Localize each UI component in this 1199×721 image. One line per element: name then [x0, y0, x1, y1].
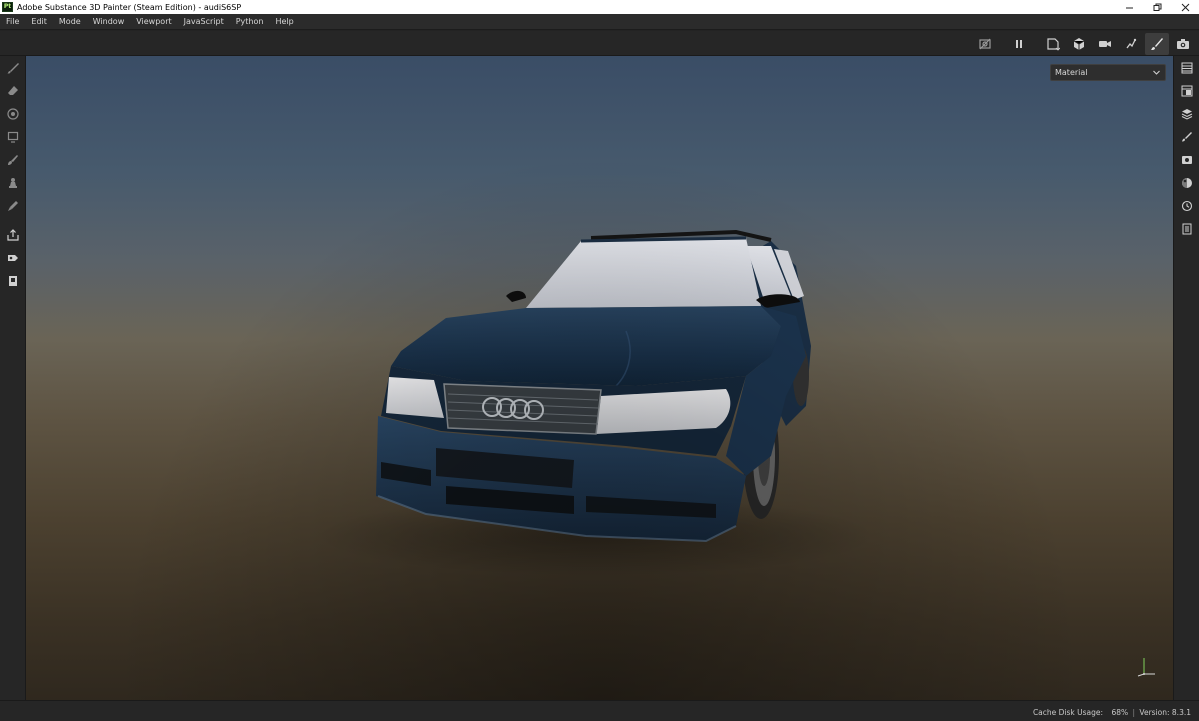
window-controls: [1115, 0, 1199, 14]
cache-disk-label: Cache Disk Usage:: [1032, 708, 1104, 717]
car-model: [316, 229, 876, 576]
brush-properties-button[interactable]: [1174, 125, 1199, 148]
viewport-toolbar: [971, 31, 1195, 56]
polygon-fill-tool-button[interactable]: [0, 125, 26, 148]
cache-disk-value: 68%: [1111, 708, 1129, 717]
status-text: Cache Disk Usage: 68% | Version: 8.3.1: [1033, 708, 1191, 717]
menu-python[interactable]: Python: [230, 17, 270, 26]
layers-panel-button[interactable]: [1174, 56, 1199, 79]
camera-icon: [1099, 40, 1111, 47]
history-panel-button[interactable]: [1174, 194, 1199, 217]
left-toolbar: [0, 56, 26, 700]
brush-properties-icon: [1182, 131, 1192, 141]
document-icon: [9, 275, 17, 286]
version-label: Version: 8.3.1: [1139, 708, 1191, 717]
polygon-fill-icon: [7, 131, 19, 143]
shader-icon: [1182, 177, 1192, 188]
window-title: Adobe Substance 3D Painter (Steam Editio…: [17, 2, 242, 12]
color-picker-tool-button[interactable]: [0, 194, 26, 217]
menu-mode[interactable]: Mode: [53, 17, 87, 26]
axis-gizmo: [1137, 658, 1155, 677]
paint-icon: [7, 62, 19, 73]
texture-set-icon: [1181, 85, 1193, 96]
export-button[interactable]: [0, 223, 26, 246]
bake-icon: [8, 254, 18, 261]
screenshot-button[interactable]: [1171, 33, 1195, 55]
top-toolbar: [0, 31, 1199, 56]
screenshot-icon: [1177, 38, 1189, 49]
display-settings-panel-button[interactable]: [1174, 148, 1199, 171]
layers-panel-icon: [1181, 62, 1193, 73]
right-toolbar: [1173, 56, 1199, 700]
hide-mesh-button[interactable]: [973, 33, 997, 55]
restore-icon: [1153, 3, 1161, 11]
menu-file[interactable]: File: [0, 17, 25, 26]
menu-help[interactable]: Help: [269, 17, 299, 26]
channel-select[interactable]: Material: [1050, 64, 1166, 81]
paint-tool-button[interactable]: [0, 56, 26, 79]
symmetry-icon: [1126, 38, 1137, 48]
clone-icon: [9, 177, 17, 188]
log-icon: [1182, 223, 1192, 234]
eraser-icon: [8, 85, 18, 95]
smudge-icon: [8, 154, 18, 165]
title-bar: Pt Adobe Substance 3D Painter (Steam Edi…: [0, 0, 1199, 14]
projection-icon: [7, 107, 19, 120]
display-settings-button[interactable]: [1041, 33, 1065, 55]
paint-mode-button[interactable]: [1145, 32, 1169, 55]
menu-window[interactable]: Window: [87, 17, 131, 26]
paint-brush-icon: [1151, 37, 1163, 50]
texture-set-button[interactable]: [1174, 79, 1199, 102]
shader-panel-button[interactable]: [1174, 171, 1199, 194]
close-icon: [1181, 3, 1189, 11]
3d-viewport[interactable]: Material: [26, 56, 1173, 700]
status-separator: |: [1132, 708, 1136, 717]
restore-button[interactable]: [1143, 0, 1171, 14]
menu-viewport[interactable]: Viewport: [130, 17, 177, 26]
clone-tool-button[interactable]: [0, 171, 26, 194]
hide-mesh-icon: [979, 38, 991, 49]
eraser-tool-button[interactable]: [0, 79, 26, 102]
menu-javascript[interactable]: JavaScript: [178, 17, 230, 26]
projection-tool-button[interactable]: [0, 102, 26, 125]
export-icon: [7, 228, 19, 241]
symmetry-button[interactable]: [1119, 33, 1143, 55]
smudge-tool-button[interactable]: [0, 148, 26, 171]
shader-settings-button[interactable]: [1067, 33, 1091, 55]
minimize-icon: [1125, 7, 1133, 8]
display-icon: [1182, 155, 1192, 164]
camera-button[interactable]: [1093, 33, 1117, 55]
app-logo-icon: Pt: [2, 2, 13, 12]
chevron-down-icon: [1153, 70, 1160, 75]
channel-select-value: Material: [1055, 68, 1088, 77]
app-window: Pt Adobe Substance 3D Painter (Steam Edi…: [0, 0, 1199, 721]
history-icon: [1181, 200, 1193, 211]
shader-settings-icon: [1073, 37, 1085, 50]
minimize-button[interactable]: [1115, 0, 1143, 14]
display-settings-icon: [1047, 37, 1060, 51]
close-button[interactable]: [1171, 0, 1199, 14]
pause-icon: [1016, 39, 1022, 48]
stack-button[interactable]: [1174, 102, 1199, 125]
stack-icon: [1181, 108, 1193, 120]
bake-button[interactable]: [0, 246, 26, 269]
status-bar: Cache Disk Usage: 68% | Version: 8.3.1: [0, 700, 1199, 721]
log-panel-button[interactable]: [1174, 217, 1199, 240]
pause-button[interactable]: [1007, 33, 1031, 55]
menu-edit[interactable]: Edit: [25, 17, 53, 26]
document-button[interactable]: [0, 269, 26, 292]
color-picker-icon: [8, 200, 18, 211]
menu-bar: File Edit Mode Window Viewport JavaScrip…: [0, 14, 1199, 30]
